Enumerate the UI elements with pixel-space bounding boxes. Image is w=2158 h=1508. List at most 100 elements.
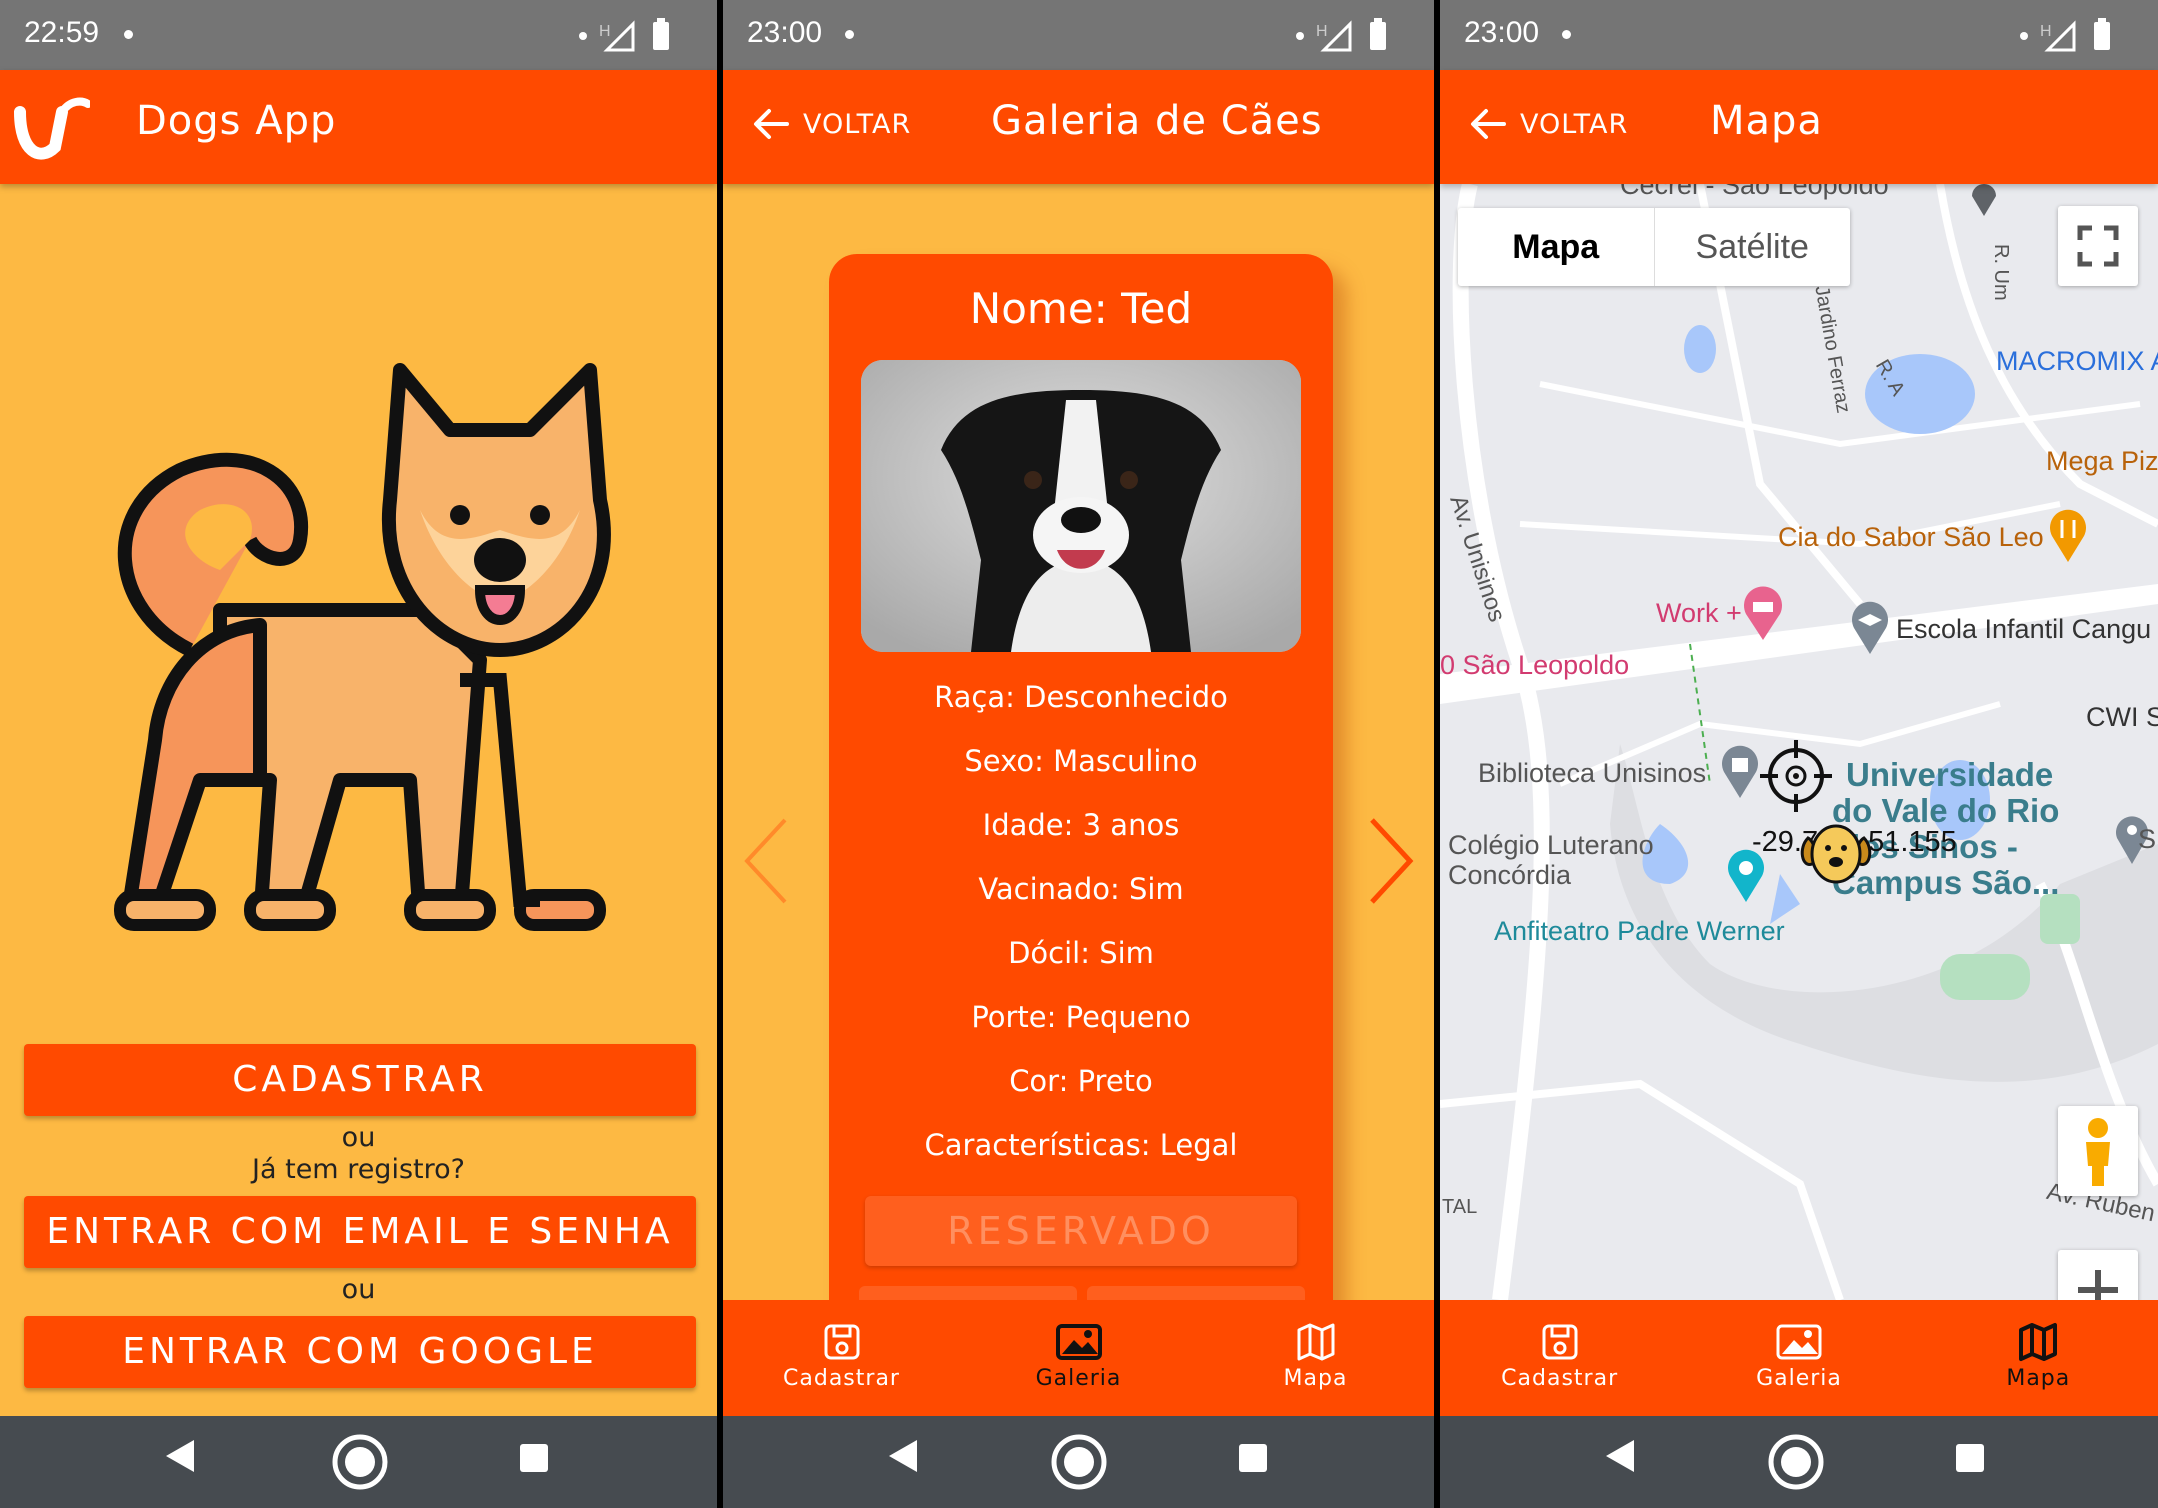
home-circle-icon[interactable] <box>1049 1432 1109 1492</box>
tab-label: Mapa <box>1283 1366 1348 1391</box>
map-label-sao-leopoldo: 0 São Leopoldo <box>1440 650 1630 680</box>
login-email-button[interactable]: ENTRAR COM EMAIL E SENHA <box>24 1196 696 1268</box>
system-nav-bar <box>723 1416 1434 1508</box>
status-time: 23:00 <box>1464 16 1540 49</box>
plus-icon <box>2078 1270 2118 1300</box>
map-screen: 23:00 H VOLTAR Mapa Cecrei - São Leopold… <box>1440 0 2158 1508</box>
map-label-escola: Escola Infantil Cangu <box>1896 614 2152 644</box>
recents-square-icon[interactable] <box>1237 1442 1269 1474</box>
dog-vaccinated: Vacinado: Sim <box>978 872 1184 906</box>
status-icons: H <box>2020 18 2110 52</box>
map-label-cia-sabor: Cia do Sabor São Leo <box>1778 522 2044 552</box>
pegman-icon <box>2086 1118 2110 1186</box>
tab-label: Cadastrar <box>1501 1366 1619 1391</box>
dog-traits: Características: Legal <box>924 1128 1238 1162</box>
home-circle-icon[interactable] <box>1766 1432 1826 1492</box>
tab-cadastrar[interactable]: Cadastrar <box>724 1300 959 1391</box>
gallery-screen: 23:00 H VOLTAR Galeria de Cães Nome: Ted <box>723 0 1434 1508</box>
dog-age: Idade: 3 anos <box>982 808 1180 842</box>
map-label-colegio-1: Colégio Luterano <box>1448 830 1654 860</box>
recents-square-icon[interactable] <box>1954 1442 1986 1474</box>
tab-mapa[interactable]: Mapa <box>1198 1300 1433 1391</box>
svg-text:H: H <box>599 23 611 40</box>
dog-docile: Dócil: Sim <box>1008 936 1154 970</box>
tab-cadastrar[interactable]: Cadastrar <box>1441 1300 1678 1391</box>
pin-dark-icon <box>1972 184 1996 216</box>
map-label-macromix: MACROMIX A <box>1996 346 2158 376</box>
login-google-button[interactable]: ENTRAR COM GOOGLE <box>24 1316 696 1388</box>
map-type-toggle: Mapa Satélite <box>1458 208 1850 286</box>
bottom-tab-bar: Cadastrar Galeria Mapa <box>1440 1300 2158 1416</box>
street-view-button[interactable] <box>2058 1106 2138 1196</box>
back-label: VOLTAR <box>803 108 912 140</box>
chevron-left-icon[interactable] <box>741 816 791 906</box>
tab-label: Mapa <box>2006 1366 2071 1391</box>
map-label-biblioteca: Biblioteca Unisinos <box>1478 758 1707 788</box>
tab-galeria[interactable]: Galeria <box>961 1300 1196 1391</box>
zoom-in-button[interactable] <box>2058 1250 2138 1300</box>
fullscreen-button[interactable] <box>2058 206 2138 286</box>
restaurant-pin-icon <box>2050 509 2086 562</box>
home-circle-icon[interactable] <box>330 1432 390 1492</box>
library-pin-icon <box>1722 745 1758 798</box>
chevron-right-icon[interactable] <box>1366 816 1416 906</box>
login-screen: 22:59 H Dogs App CADASTRAR ou Já tem reg… <box>0 0 717 1508</box>
back-triangle-icon[interactable] <box>1602 1436 1638 1476</box>
back-button[interactable]: VOLTAR <box>1470 108 1628 140</box>
back-triangle-icon[interactable] <box>885 1436 921 1476</box>
register-button[interactable]: CADASTRAR <box>24 1044 696 1116</box>
dog-marker-icon[interactable] <box>1798 818 1874 886</box>
map-label-r-um: R. Um <box>1990 244 2012 301</box>
app-bar: VOLTAR Galeria de Cães <box>723 70 1434 184</box>
dog-color: Cor: Preto <box>1009 1064 1153 1098</box>
reserved-button[interactable]: RESERVADO <box>865 1196 1297 1266</box>
dog-breed: Raça: Desconhecido <box>934 680 1228 714</box>
svg-text:H: H <box>1316 23 1328 40</box>
app-logo-icon <box>14 97 90 160</box>
map-label-univ-1: Universidade <box>1846 756 2054 793</box>
dog-illustration <box>114 363 611 931</box>
notification-dot <box>124 30 133 39</box>
page-title: Mapa <box>1710 98 1823 144</box>
google-map[interactable]: Cecrei - São Leopoldo R. Um Jardino Ferr… <box>1440 184 2158 1300</box>
school-pin-icon <box>1852 601 1888 654</box>
status-time: 22:59 <box>24 16 100 49</box>
tab-label: Cadastrar <box>783 1366 900 1391</box>
system-nav-bar <box>0 1416 717 1508</box>
bottom-tab-bar: Cadastrar Galeria Mapa <box>723 1300 1434 1416</box>
map-icon <box>2019 1323 2058 1361</box>
app-bar: VOLTAR Mapa <box>1440 70 2158 184</box>
dog-size: Porte: Pequeno <box>971 1000 1191 1034</box>
arrow-left-icon <box>1471 109 1506 139</box>
gallery-icon <box>1055 1324 1102 1360</box>
dog-photo <box>861 360 1301 652</box>
map-type-map[interactable]: Mapa <box>1458 208 1654 286</box>
svg-text:H: H <box>2040 23 2052 40</box>
tab-mapa[interactable]: Mapa <box>1920 1300 2157 1391</box>
or-label-1: ou <box>341 1122 376 1153</box>
crosshair-icon[interactable] <box>1758 738 1834 814</box>
status-bar: 23:00 H <box>1440 0 2158 70</box>
status-bar: 22:59 H <box>0 0 717 70</box>
tab-galeria[interactable]: Galeria <box>1681 1300 1918 1391</box>
map-label-s-right: S <box>2138 824 2157 854</box>
recents-square-icon[interactable] <box>518 1442 550 1474</box>
tab-label: Galeria <box>1035 1366 1122 1391</box>
map-label-mega-pizza: Mega Piz <box>2046 446 2158 476</box>
map-label-work: Work + <box>1656 598 1742 628</box>
tab-label: Galeria <box>1756 1366 1842 1391</box>
dog-sex: Sexo: Masculino <box>964 744 1198 778</box>
back-label: VOLTAR <box>1520 108 1629 140</box>
notification-dot <box>845 30 854 39</box>
save-icon <box>824 1324 859 1360</box>
map-label-tal: TAL <box>1442 1196 1478 1218</box>
map-type-satellite[interactable]: Satélite <box>1653 208 1851 286</box>
back-triangle-icon[interactable] <box>162 1436 198 1476</box>
status-time: 23:00 <box>747 16 823 49</box>
dog-name: Nome: Ted <box>969 284 1193 333</box>
map-label-top-road: Cecrei - São Leopoldo <box>1620 184 1889 200</box>
back-button[interactable]: VOLTAR <box>753 108 911 140</box>
fullscreen-icon <box>2077 225 2119 267</box>
theater-pin-icon <box>1728 849 1764 902</box>
dog-card: Nome: Ted Raça: Desconhecido Sexo: Mascu… <box>829 254 1333 1354</box>
